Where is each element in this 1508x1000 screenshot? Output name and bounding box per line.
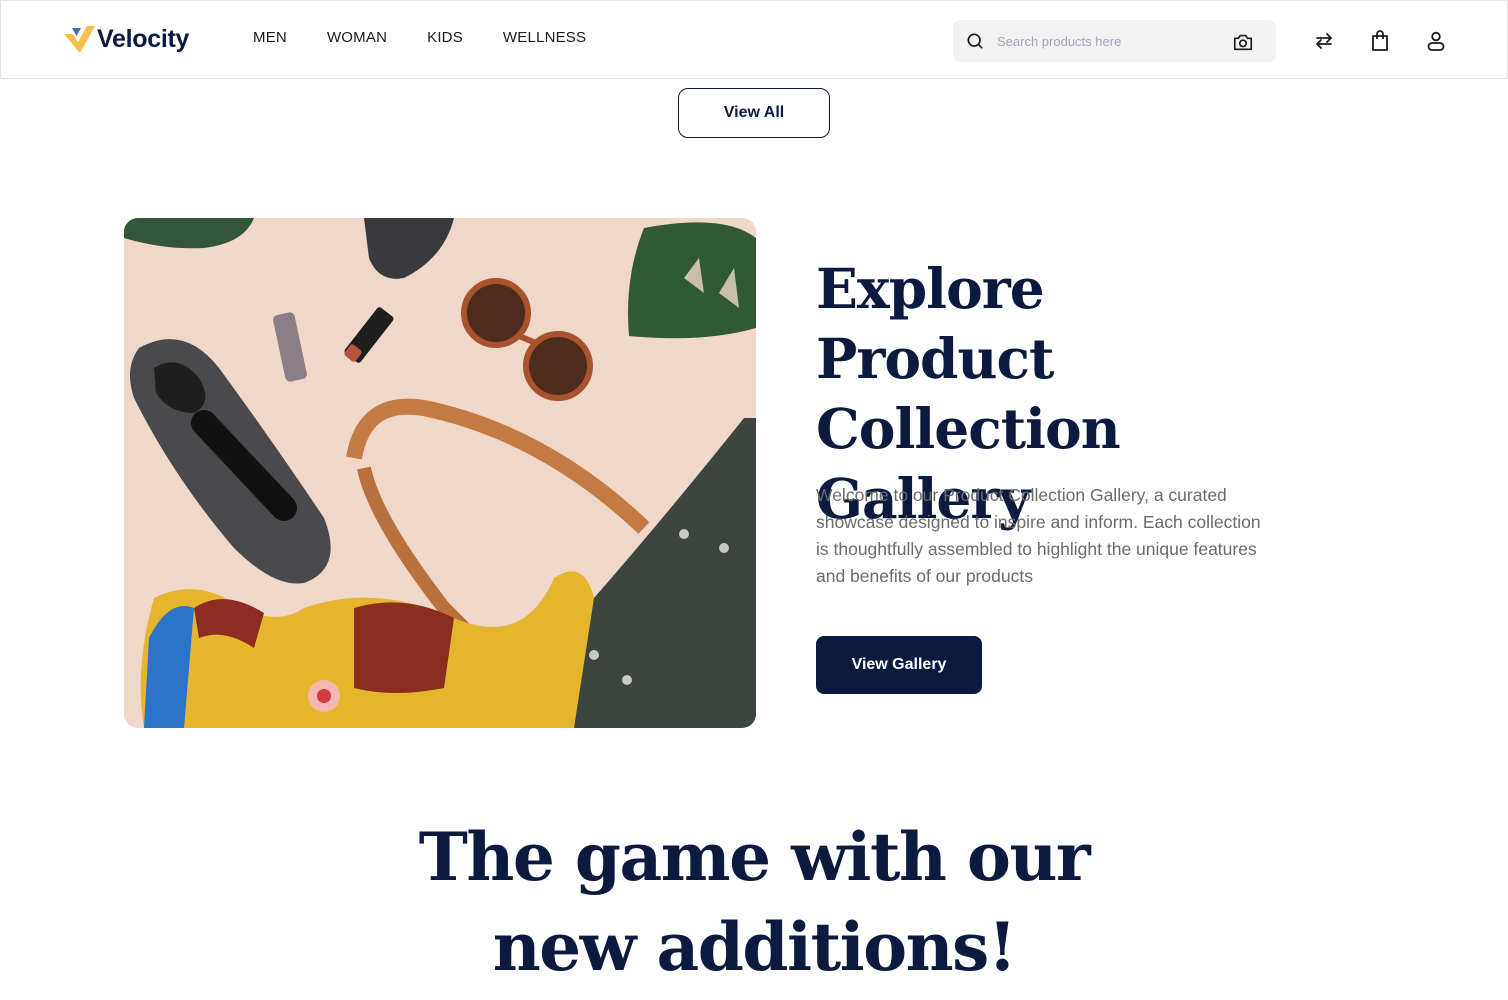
- camera-icon[interactable]: [1232, 31, 1254, 53]
- search-input[interactable]: [997, 20, 1217, 62]
- gallery-description: Welcome to our Product Collection Galler…: [816, 485, 1261, 586]
- new-additions-heading-line2: new additions!: [492, 908, 1017, 986]
- view-all-button[interactable]: View All: [678, 88, 830, 138]
- view-gallery-button[interactable]: View Gallery: [816, 636, 982, 694]
- new-additions-heading: The game with our new additions!: [0, 812, 1508, 992]
- brand-logo[interactable]: Velocity: [63, 23, 189, 55]
- nav-item-wellness[interactable]: WELLNESS: [503, 29, 586, 46]
- velocity-logo-icon: [64, 26, 95, 53]
- gallery-image: [124, 218, 756, 728]
- nav-item-kids[interactable]: KIDS: [427, 29, 463, 46]
- nav-item-men[interactable]: MEN: [253, 29, 287, 46]
- user-icon[interactable]: [1424, 29, 1448, 53]
- compare-arrows-icon[interactable]: [1312, 29, 1336, 53]
- shopping-bag-icon[interactable]: [1368, 29, 1392, 53]
- main-nav: MEN WOMAN KIDS WELLNESS: [253, 29, 626, 46]
- site-header: Velocity MEN WOMAN KIDS WELLNESS: [0, 0, 1508, 79]
- search-bar: [953, 20, 1276, 62]
- brand-name: Velocity: [97, 24, 190, 53]
- new-additions-heading-line1: The game with our: [418, 818, 1091, 896]
- search-icon: [967, 33, 983, 49]
- nav-item-woman[interactable]: WOMAN: [327, 29, 387, 46]
